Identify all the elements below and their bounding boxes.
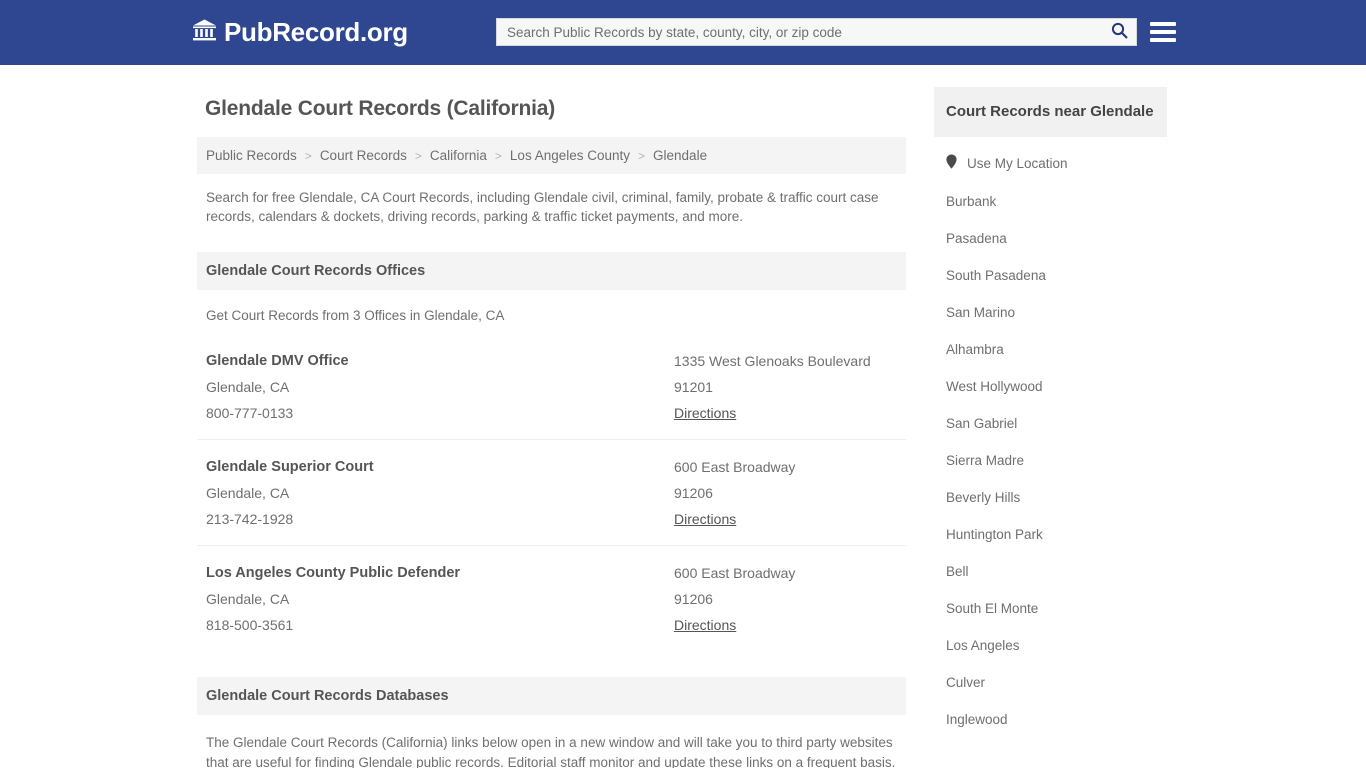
sidebar-item-label: Burbank <box>946 194 997 209</box>
sidebar-item-inglewood[interactable]: Inglewood <box>934 701 1167 738</box>
offices-count-note: Get Court Records from 3 Offices in Glen… <box>206 308 505 323</box>
breadcrumb: Public Records > Court Records > Califor… <box>197 137 906 174</box>
sidebar-item-label: San Marino <box>946 305 1016 320</box>
sidebar-item-label: South Pasadena <box>946 268 1046 283</box>
sidebar-heading: Court Records near Glendale <box>934 87 1167 137</box>
sidebar-item-san-gabriel[interactable]: San Gabriel <box>934 405 1167 442</box>
content-container: Glendale Court Records (California) Publ… <box>197 65 1169 768</box>
office-city-state: Glendale, CA <box>206 379 290 395</box>
office-row: Los Angeles County Public Defender Glend… <box>197 545 906 651</box>
sidebar-item-los-angeles[interactable]: Los Angeles <box>934 627 1167 664</box>
office-row: Glendale Superior Court Glendale, CA 213… <box>197 439 906 545</box>
sidebar-item-label: Beverly Hills <box>946 490 1021 505</box>
sidebar-item-label: Pasadena <box>946 231 1007 246</box>
offices-list: Glendale DMV Office Glendale, CA 800-777… <box>197 334 906 651</box>
office-phone: 213-742-1928 <box>206 511 294 527</box>
breadcrumb-separator: > <box>414 148 422 163</box>
office-info: Glendale DMV Office Glendale, CA 800-777… <box>206 348 674 426</box>
sidebar-item-label: Culver <box>946 675 986 690</box>
bank-building-icon <box>192 18 217 47</box>
site-logo[interactable]: PubRecord.org <box>192 17 408 48</box>
sidebar-item-pasadena[interactable]: Pasadena <box>934 220 1167 257</box>
sidebar-item-label: Inglewood <box>946 712 1008 727</box>
sidebar: Court Records near Glendale Use My Locat… <box>934 87 1167 768</box>
sidebar-item-label: Los Angeles <box>946 638 1020 653</box>
hamburger-menu-icon <box>1150 22 1176 26</box>
office-row: Glendale DMV Office Glendale, CA 800-777… <box>197 334 906 439</box>
hamburger-menu-button[interactable] <box>1150 19 1176 45</box>
page-description: Search for free Glendale, CA Court Recor… <box>206 190 879 224</box>
search-button[interactable] <box>1102 19 1136 45</box>
offices-section-heading: Glendale Court Records Offices <box>197 252 906 290</box>
sidebar-item-alhambra[interactable]: Alhambra <box>934 331 1167 368</box>
sidebar-item-label: West Hollywood <box>946 379 1043 394</box>
office-zip: 91206 <box>674 591 713 607</box>
office-phone: 818-500-3561 <box>206 617 294 633</box>
databases-intro: The Glendale Court Records (California) … <box>206 735 896 768</box>
office-address-block: 600 East Broadway 91206 Directions <box>674 560 897 638</box>
page-body: Glendale Court Records (California) Publ… <box>0 65 1366 768</box>
sidebar-item-label: Bell <box>946 564 969 579</box>
office-zip: 91206 <box>674 485 713 501</box>
search-bar <box>496 18 1137 46</box>
sidebar-item-label: San Gabriel <box>946 416 1018 431</box>
office-city-state: Glendale, CA <box>206 485 290 501</box>
office-city-state: Glendale, CA <box>206 591 290 607</box>
sidebar-item-label: South El Monte <box>946 601 1039 616</box>
office-address-block: 1335 West Glenoaks Boulevard 91201 Direc… <box>674 348 897 426</box>
office-address-block: 600 East Broadway 91206 Directions <box>674 454 897 532</box>
sidebar-item-burbank[interactable]: Burbank <box>934 183 1167 220</box>
sidebar-item-sierra-madre[interactable]: Sierra Madre <box>934 442 1167 479</box>
sidebar-item-huntington-park[interactable]: Huntington Park <box>934 516 1167 553</box>
sidebar-item-beverly-hills[interactable]: Beverly Hills <box>934 479 1167 516</box>
search-input[interactable] <box>497 19 1102 45</box>
sidebar-item-label: Huntington Park <box>946 527 1043 542</box>
sidebar-item-south-el-monte[interactable]: South El Monte <box>934 590 1167 627</box>
breadcrumb-item-public-records[interactable]: Public Records <box>206 148 297 163</box>
sidebar-item-bell[interactable]: Bell <box>934 553 1167 590</box>
sidebar-item-label: Sierra Madre <box>946 453 1025 468</box>
sidebar-item-south-pasadena[interactable]: South Pasadena <box>934 257 1167 294</box>
breadcrumb-separator: > <box>638 148 646 163</box>
sidebar-item-use-my-location[interactable]: Use My Location <box>934 143 1167 183</box>
breadcrumb-item-court-records[interactable]: Court Records <box>320 148 407 163</box>
hamburger-menu-icon <box>1150 38 1176 42</box>
breadcrumb-item-los-angeles-county[interactable]: Los Angeles County <box>510 148 630 163</box>
directions-link[interactable]: Directions <box>674 400 736 426</box>
office-name: Glendale Superior Court <box>206 459 374 475</box>
breadcrumb-item-glendale[interactable]: Glendale <box>653 148 707 163</box>
breadcrumb-separator: > <box>494 148 502 163</box>
office-name: Glendale DMV Office <box>206 353 349 369</box>
sidebar-item-culver[interactable]: Culver <box>934 664 1167 701</box>
office-info: Los Angeles County Public Defender Glend… <box>206 560 674 638</box>
office-street-address: 1335 West Glenoaks Boulevard <box>674 353 871 369</box>
directions-link[interactable]: Directions <box>674 612 736 638</box>
office-phone: 800-777-0133 <box>206 405 294 421</box>
office-street-address: 600 East Broadway <box>674 565 796 581</box>
breadcrumb-separator: > <box>304 148 312 163</box>
directions-link[interactable]: Directions <box>674 506 736 532</box>
site-logo-text: PubRecord.org <box>224 17 408 47</box>
office-info: Glendale Superior Court Glendale, CA 213… <box>206 454 674 532</box>
breadcrumb-item-california[interactable]: California <box>430 148 487 163</box>
sidebar-item-label: Use My Location <box>967 155 1068 171</box>
hamburger-menu-icon <box>1150 30 1176 34</box>
office-street-address: 600 East Broadway <box>674 459 796 475</box>
sidebar-item-label: Alhambra <box>946 342 1004 357</box>
office-zip: 91201 <box>674 379 713 395</box>
databases-section-heading: Glendale Court Records Databases <box>197 677 906 715</box>
office-name: Los Angeles County Public Defender <box>206 565 461 581</box>
page-title: Glendale Court Records (California) <box>205 97 556 120</box>
main-column: Glendale Court Records (California) Publ… <box>197 87 906 768</box>
search-icon <box>1111 22 1128 42</box>
sidebar-item-west-hollywood[interactable]: West Hollywood <box>934 368 1167 405</box>
sidebar-nearby-list: Use My Location Burbank Pasadena South P… <box>934 137 1167 738</box>
site-header: PubRecord.org <box>0 0 1366 65</box>
sidebar-item-san-marino[interactable]: San Marino <box>934 294 1167 331</box>
map-pin-icon <box>946 154 957 172</box>
